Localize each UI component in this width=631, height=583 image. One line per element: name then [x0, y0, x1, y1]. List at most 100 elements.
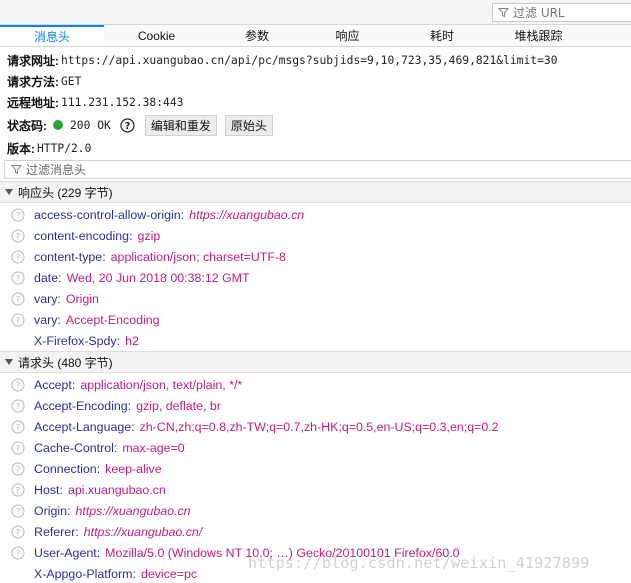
- header-row[interactable]: ? Accept: application/json, text/plain, */…: [0, 374, 631, 395]
- tab-bar: 消息头 Cookie 参数 响应 耗时 堆栈跟踪: [0, 25, 631, 47]
- edit-and-resend-button[interactable]: 编辑和重发: [144, 114, 217, 136]
- help-icon[interactable]: ?: [11, 292, 25, 306]
- header-name: Connection: [34, 461, 97, 476]
- collapse-triangle-icon: [5, 189, 13, 195]
- header-row[interactable]: ? content-type: application/json; charset=…: [0, 246, 631, 267]
- header-separator: :: [96, 461, 101, 476]
- header-row[interactable]: ? content-encoding: gzip: [0, 225, 631, 246]
- url-filter-input[interactable]: 过滤 URL: [492, 3, 631, 22]
- help-icon[interactable]: ?: [11, 208, 25, 222]
- request-url-row: 请求网址: https://api.xuangubao.cn/api/pc/ms…: [7, 50, 558, 70]
- help-icon[interactable]: ?: [11, 525, 25, 539]
- svg-text:?: ?: [16, 423, 21, 433]
- header-row[interactable]: ? Accept-Encoding: gzip, deflate, br: [0, 395, 631, 416]
- response-headers-title: 响应头 (229 字节): [18, 185, 113, 200]
- header-row[interactable]: ? access-control-allow-origin: https://xua…: [0, 204, 631, 225]
- svg-text:?: ?: [16, 316, 21, 326]
- tab-cookie[interactable]: Cookie: [104, 25, 209, 46]
- header-value: zh-CN,zh;q=0.8,zh-TW;q=0.7,zh-HK;q=0.5,e…: [139, 419, 499, 434]
- header-separator: :: [127, 398, 132, 413]
- tab-timings[interactable]: 耗时: [390, 25, 494, 46]
- remote-address-label: 远程地址:: [7, 95, 59, 110]
- header-name: content-encoding: [34, 228, 130, 243]
- header-row[interactable]: ?X-Firefox-Spdy:h2: [0, 330, 631, 351]
- header-value: device=pc: [140, 566, 198, 581]
- header-value: max-age=0: [122, 440, 185, 455]
- header-row[interactable]: ? Host: api.xuangubao.cn: [0, 479, 631, 500]
- header-row[interactable]: ? Accept-Language: zh-CN,zh;q=0.8,zh-TW;q=…: [0, 416, 631, 437]
- request-headers-toggle[interactable]: 请求头 (480 字节): [0, 351, 631, 373]
- filter-icon: [498, 8, 509, 18]
- header-name: Cache-Control: [34, 440, 114, 455]
- header-name: vary: [34, 312, 58, 327]
- header-row[interactable]: ? vary: Origin: [0, 288, 631, 309]
- help-icon[interactable]: ?: [11, 504, 25, 518]
- header-separator: :: [67, 503, 71, 518]
- svg-text:?: ?: [16, 253, 21, 263]
- header-value: application/json; charset=UTF-8: [110, 249, 286, 264]
- header-row[interactable]: ? Origin: https://xuangubao.cn: [0, 500, 631, 521]
- header-value: Origin: [65, 291, 99, 306]
- tab-headers[interactable]: 消息头: [0, 25, 104, 46]
- svg-text:?: ?: [16, 274, 21, 284]
- help-icon[interactable]: ?: [11, 441, 25, 455]
- collapse-triangle-icon: [5, 359, 13, 365]
- watermark: https://blog.csdn.net/weixin_41927899: [248, 554, 590, 572]
- help-icon[interactable]: ?: [11, 483, 25, 497]
- header-separator: :: [102, 249, 106, 264]
- header-name: X-Appgo-Platform: [34, 566, 133, 581]
- tab-stack-trace[interactable]: 堆栈跟踪: [494, 25, 583, 46]
- header-value: https://xuangubao.cn: [75, 503, 191, 518]
- header-row[interactable]: ? Referer: https://xuangubao.cn/: [0, 521, 631, 542]
- header-name: access-control-allow-origin: [34, 207, 181, 222]
- raw-headers-button[interactable]: 原始头: [224, 114, 273, 136]
- help-icon[interactable]: ?: [11, 313, 25, 327]
- svg-text:?: ?: [125, 121, 131, 132]
- help-icon[interactable]: ?: [120, 117, 135, 133]
- header-separator: :: [96, 545, 101, 560]
- svg-text:?: ?: [16, 444, 21, 454]
- help-icon[interactable]: ?: [11, 420, 25, 434]
- header-row[interactable]: ? Connection: keep-alive: [0, 458, 631, 479]
- headers-filter-input[interactable]: 过滤消息头: [4, 160, 631, 179]
- header-row[interactable]: ? date: Wed, 20 Jun 2018 00:38:12 GMT: [0, 267, 631, 288]
- svg-text:?: ?: [16, 232, 21, 242]
- header-separator: :: [129, 228, 133, 243]
- header-value: Accept-Encoding: [65, 312, 160, 327]
- help-icon[interactable]: ?: [11, 378, 25, 392]
- header-value: Wed, 20 Jun 2018 00:38:12 GMT: [66, 270, 250, 285]
- header-row[interactable]: ? vary: Accept-Encoding: [0, 309, 631, 330]
- help-icon[interactable]: ?: [11, 229, 25, 243]
- header-separator: :: [58, 270, 62, 285]
- request-url-label: 请求网址:: [7, 53, 59, 68]
- header-separator: :: [113, 440, 118, 455]
- help-icon[interactable]: ?: [11, 399, 25, 413]
- header-name: Host: [34, 482, 60, 497]
- header-name: vary: [34, 291, 58, 306]
- tab-params[interactable]: 参数: [209, 25, 305, 46]
- help-icon[interactable]: ?: [11, 546, 25, 560]
- header-separator: :: [59, 482, 63, 497]
- header-name: content-type: [34, 249, 103, 264]
- version-value: HTTP/2.0: [37, 141, 92, 155]
- header-separator: :: [116, 333, 121, 348]
- tab-response[interactable]: 响应: [305, 25, 390, 46]
- headers-filter-placeholder: 过滤消息头: [26, 163, 87, 177]
- help-icon[interactable]: ?: [11, 462, 25, 476]
- remote-address-row: 远程地址: 111.231.152.38:443: [7, 92, 183, 112]
- svg-text:?: ?: [16, 295, 21, 305]
- request-headers-title: 请求头 (480 字节): [18, 355, 113, 370]
- version-label: 版本:: [7, 141, 35, 156]
- filter-icon: [11, 165, 22, 175]
- header-value: https://xuangubao.cn: [189, 207, 305, 222]
- method-row: 请求方法: GET: [7, 71, 81, 91]
- header-separator: :: [71, 377, 76, 392]
- header-row[interactable]: ? Cache-Control: max-age=0: [0, 437, 631, 458]
- help-icon[interactable]: ?: [11, 271, 25, 285]
- header-name: Accept: [34, 377, 72, 392]
- header-separator: :: [75, 524, 79, 539]
- help-icon[interactable]: ?: [11, 250, 25, 264]
- method-value: GET: [61, 74, 82, 88]
- header-value: api.xuangubao.cn: [67, 482, 166, 497]
- response-headers-toggle[interactable]: 响应头 (229 字节): [0, 181, 631, 203]
